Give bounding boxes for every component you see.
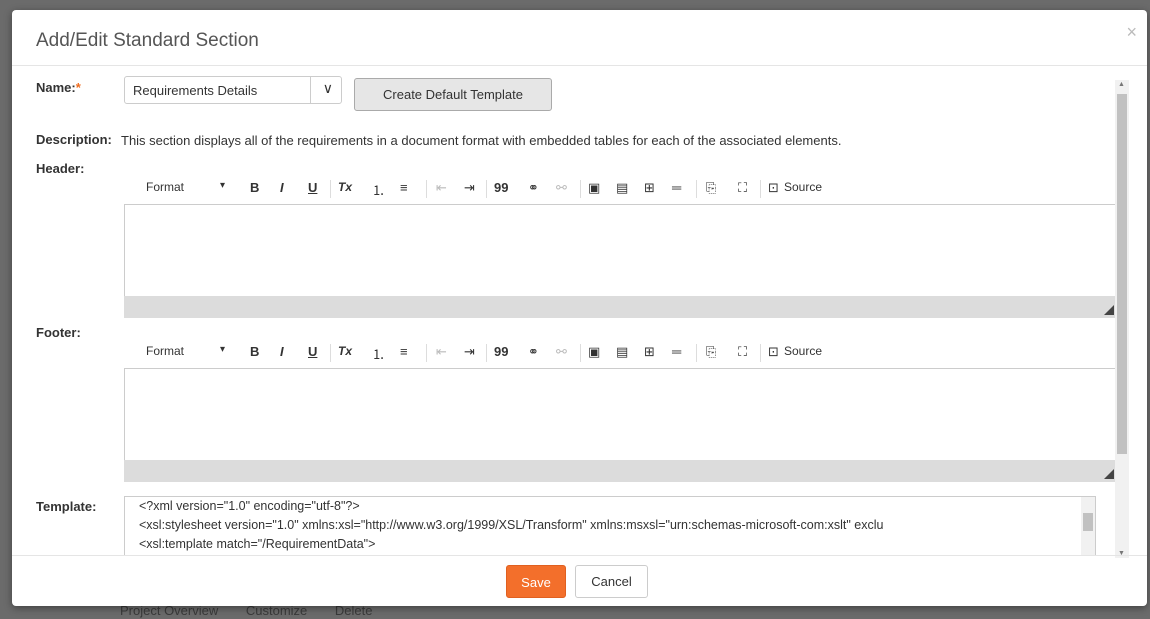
remove-format-icon[interactable]: Tx [338,344,352,358]
format-dropdown-icon[interactable]: ▾ [220,180,225,191]
underline-icon[interactable]: U [308,180,317,195]
bold-icon[interactable]: B [250,344,259,359]
header-edit-area[interactable] [124,204,1118,296]
header-toolbar: Format ▾ B I U Tx ⒈ ≡ ⇤ ⇥ 99 ⚭ ⚯ ▣ ▤ ⊞ ═… [124,174,1118,204]
template-line: <?xml version="1.0" encoding="utf-8"?> [139,499,360,513]
outdent-icon[interactable]: ⇤ [436,180,447,196]
footer-editor-footer [124,460,1118,482]
modal-body: Name:* Requirements Details ∨ Create Def… [12,67,1124,555]
chevron-down-icon[interactable]: ∨ [323,80,333,97]
name-select[interactable]: Requirements Details ∨ [124,76,342,104]
template-textarea[interactable]: <?xml version="1.0" encoding="utf-8"?> <… [124,496,1096,555]
toolbar-separator [696,180,697,198]
template-scrollbar[interactable] [1081,497,1095,555]
numbered-list-icon[interactable]: ⒈ [372,180,385,199]
source-icon[interactable]: ⊡ [768,180,779,196]
indent-icon[interactable]: ⇥ [464,344,475,360]
description-label: Description: [36,132,112,147]
blockquote-icon[interactable]: 99 [494,344,508,359]
paste-icon[interactable]: ⎘ [706,344,716,360]
horizontal-line-icon[interactable]: ═ [672,344,681,359]
bulleted-list-icon[interactable]: ≡ [400,180,408,195]
header-editor-footer [124,296,1118,318]
outdent-icon[interactable]: ⇤ [436,344,447,360]
required-marker: * [75,80,81,95]
template-line: <xsl:template match="/RequirementData"> [139,537,376,551]
select-divider [310,77,311,103]
toolbar-separator [760,344,761,362]
source-icon[interactable]: ⊡ [768,344,779,360]
link-icon[interactable]: ⚭ [528,344,539,360]
modal-scroll-thumb[interactable] [1117,94,1127,454]
image-icon[interactable]: ▣ [588,344,600,360]
remove-format-icon[interactable]: Tx [338,180,352,194]
bold-icon[interactable]: B [250,180,259,195]
toolbar-separator [426,180,427,198]
format-dropdown-icon[interactable]: ▾ [220,344,225,355]
cancel-button[interactable]: Cancel [575,565,648,598]
toolbar-separator [330,344,331,362]
template-line: <xsl:stylesheet version="1.0" xmlns:xsl=… [139,518,884,532]
save-button[interactable]: Save [506,565,566,598]
resize-handle-icon[interactable] [1104,469,1114,479]
modal-title: Add/Edit Standard Section [36,30,259,51]
unlink-icon[interactable]: ⚯ [556,344,567,360]
template-label: Template: [36,499,97,514]
header-label: Header: [36,161,85,176]
toolbar-separator [486,344,487,362]
link-icon[interactable]: ⚭ [528,180,539,196]
source-button[interactable]: Source [784,180,822,194]
toolbar-separator [426,344,427,362]
flash-icon[interactable]: ▤ [616,180,628,196]
toolbar-separator [580,180,581,198]
source-button[interactable]: Source [784,344,822,358]
name-label: Name:* [36,80,81,95]
blockquote-icon[interactable]: 99 [494,180,508,195]
format-dropdown[interactable]: Format [146,344,184,358]
bulleted-list-icon[interactable]: ≡ [400,344,408,359]
toolbar-separator [696,344,697,362]
format-dropdown[interactable]: Format [146,180,184,194]
close-icon[interactable]: × [1126,22,1137,43]
name-label-text: Name: [36,80,76,95]
image-icon[interactable]: ▣ [588,180,600,196]
modal-scrollbar[interactable]: ▲ ▼ [1115,80,1129,558]
modal-header: Add/Edit Standard Section × [12,10,1147,66]
toolbar-separator [330,180,331,198]
template-scroll-thumb[interactable] [1083,513,1093,531]
resize-handle-icon[interactable] [1104,305,1114,315]
paste-icon[interactable]: ⎘ [706,180,716,196]
footer-toolbar: Format ▾ B I U Tx ⒈ ≡ ⇤ ⇥ 99 ⚭ ⚯ ▣ ▤ ⊞ ═… [124,338,1118,368]
maximize-icon[interactable]: ⛶ [738,180,747,196]
footer-edit-area[interactable] [124,368,1118,460]
horizontal-line-icon[interactable]: ═ [672,180,681,195]
toolbar-separator [580,344,581,362]
table-icon[interactable]: ⊞ [644,344,655,360]
header-editor: Format ▾ B I U Tx ⒈ ≡ ⇤ ⇥ 99 ⚭ ⚯ ▣ ▤ ⊞ ═… [124,174,1118,318]
italic-icon[interactable]: I [280,344,284,359]
italic-icon[interactable]: I [280,180,284,195]
footer-editor: Format ▾ B I U Tx ⒈ ≡ ⇤ ⇥ 99 ⚭ ⚯ ▣ ▤ ⊞ ═… [124,338,1118,482]
modal-footer: Save Cancel [12,555,1147,606]
name-select-value: Requirements Details [133,83,258,98]
table-icon[interactable]: ⊞ [644,180,655,196]
description-text: This section displays all of the require… [121,133,842,148]
underline-icon[interactable]: U [308,344,317,359]
numbered-list-icon[interactable]: ⒈ [372,344,385,363]
maximize-icon[interactable]: ⛶ [738,344,747,360]
add-edit-section-dialog: Add/Edit Standard Section × Name:* Requi… [12,10,1147,606]
footer-label: Footer: [36,325,81,340]
scroll-up-icon[interactable]: ▲ [1118,81,1125,88]
unlink-icon[interactable]: ⚯ [556,180,567,196]
create-default-template-button[interactable]: Create Default Template [354,78,552,111]
toolbar-separator [760,180,761,198]
flash-icon[interactable]: ▤ [616,344,628,360]
indent-icon[interactable]: ⇥ [464,180,475,196]
toolbar-separator [486,180,487,198]
